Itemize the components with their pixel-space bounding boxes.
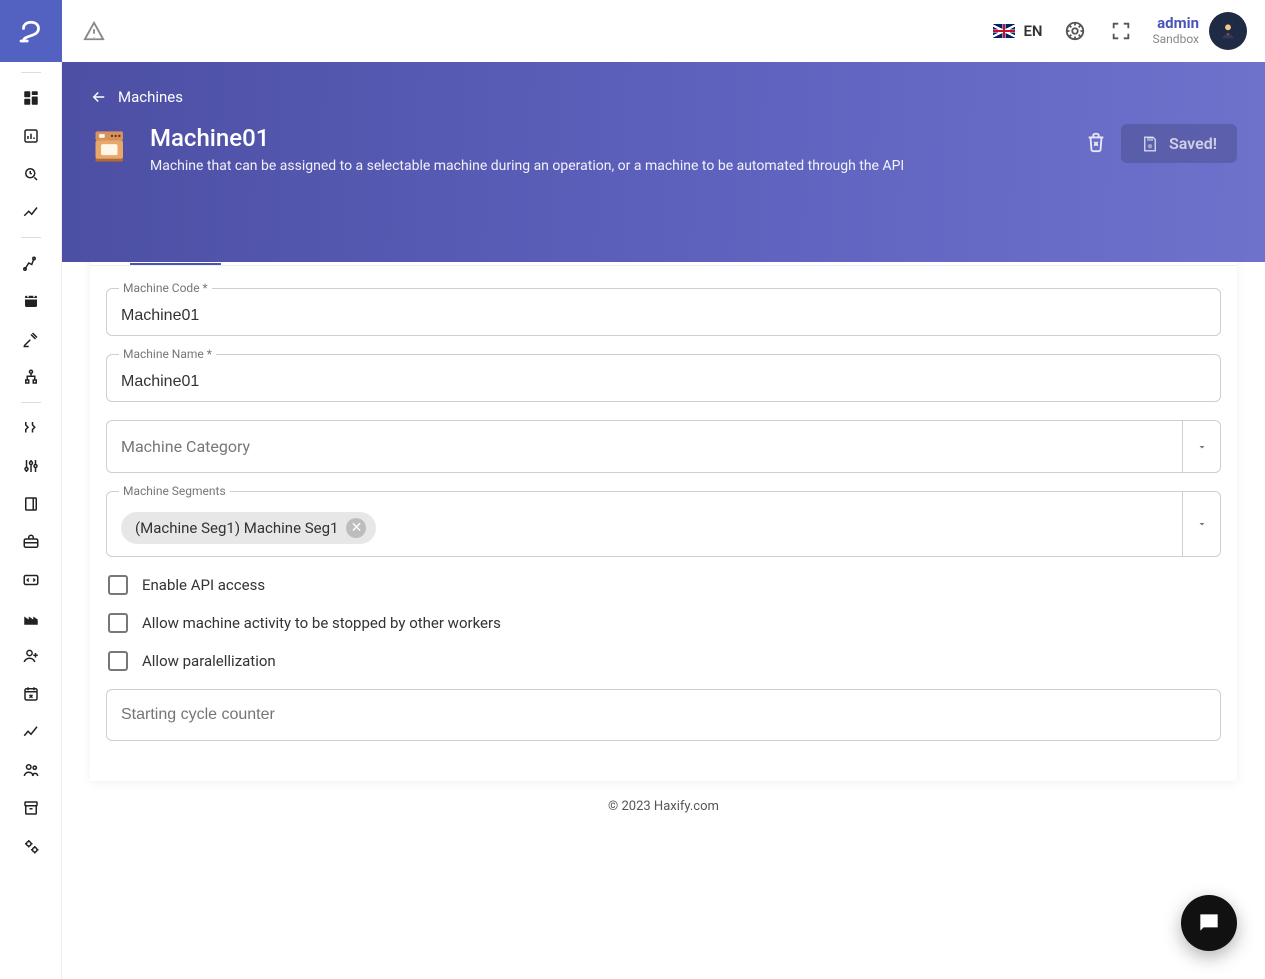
user-name: admin	[1153, 15, 1199, 32]
chip-segment-label: (Machine Seg1) Machine Seg1	[135, 519, 338, 537]
breadcrumb-back[interactable]: Machines	[90, 88, 1237, 106]
nav-team[interactable]	[0, 751, 61, 789]
nav-gavel[interactable]	[0, 320, 61, 358]
user-menu[interactable]: admin Sandbox	[1153, 12, 1247, 50]
machine-icon	[90, 124, 134, 168]
chip-remove-icon[interactable]: ✕	[346, 518, 366, 538]
label-machine-category: Machine Category	[107, 421, 1182, 472]
sidebar	[0, 0, 62, 979]
delete-button[interactable]	[1085, 131, 1107, 157]
page-title: Machine01	[150, 124, 904, 152]
field-machine-name[interactable]: Machine Name *	[106, 354, 1221, 402]
avatar	[1209, 12, 1247, 50]
saved-label: Saved!	[1169, 134, 1217, 153]
nav-archive[interactable]	[0, 789, 61, 827]
nav-calendar-x[interactable]	[0, 675, 61, 713]
label-machine-name: Machine Name *	[119, 347, 216, 361]
form: Machine Code * Machine Name * Machine Ca…	[90, 266, 1237, 741]
input-cycle-counter[interactable]	[121, 706, 1206, 724]
nav-trend2[interactable]	[0, 713, 61, 751]
nav-tuning[interactable]	[0, 447, 61, 485]
label-parallelization: Allow paralellization	[142, 652, 276, 670]
help-icon[interactable]	[1061, 17, 1089, 45]
breadcrumb-label: Machines	[118, 88, 183, 106]
label-machine-segments: Machine Segments	[119, 484, 230, 498]
saved-indicator: Saved!	[1121, 124, 1237, 163]
field-cycle-counter[interactable]	[106, 689, 1221, 741]
language-switch[interactable]: EN	[993, 22, 1042, 40]
nav-book[interactable]	[0, 485, 61, 523]
nav-hierarchy[interactable]	[0, 358, 61, 396]
flag-uk-icon	[993, 24, 1015, 38]
field-machine-category[interactable]: Machine Category	[106, 420, 1221, 473]
warning-icon[interactable]	[80, 17, 108, 45]
label-stop-activity: Allow machine activity to be stopped by …	[142, 614, 501, 632]
field-machine-segments[interactable]: Machine Segments (Machine Seg1) Machine …	[106, 491, 1221, 557]
nav-dashboard[interactable]	[0, 79, 61, 117]
nav-trend[interactable]	[0, 193, 61, 231]
checkbox-stop-activity[interactable]	[108, 613, 128, 633]
page-subtitle: Machine that can be assigned to a select…	[150, 158, 904, 174]
nav-robot[interactable]	[0, 244, 61, 282]
nav-workflow[interactable]	[0, 409, 61, 447]
app-logo[interactable]	[0, 0, 62, 62]
page-hero: Machines Machine01 Machine that can be a…	[62, 62, 1265, 262]
label-api-access: Enable API access	[142, 576, 265, 594]
nav-user-add[interactable]	[0, 637, 61, 675]
input-machine-code[interactable]	[121, 307, 1206, 325]
checkbox-api-access[interactable]	[108, 575, 128, 595]
nav-calendar[interactable]	[0, 282, 61, 320]
input-machine-name[interactable]	[121, 373, 1206, 391]
nav-report[interactable]	[0, 117, 61, 155]
fullscreen-icon[interactable]	[1107, 17, 1135, 45]
nav-factory[interactable]	[0, 599, 61, 637]
field-machine-code[interactable]: Machine Code *	[106, 288, 1221, 336]
chip-segment: (Machine Seg1) Machine Seg1 ✕	[121, 512, 376, 544]
nav-inspect[interactable]	[0, 155, 61, 193]
chat-fab[interactable]	[1181, 895, 1237, 951]
footer-text: © 2023 Haxify.com	[90, 781, 1237, 838]
dropdown-machine-category[interactable]	[1182, 421, 1220, 472]
nav-toolbox[interactable]	[0, 523, 61, 561]
nav-settings[interactable]	[0, 827, 61, 865]
user-role: Sandbox	[1153, 33, 1199, 47]
content-card: Information Machine Shifts Machine Calen…	[90, 200, 1237, 781]
topbar: EN admin Sandbox	[62, 0, 1265, 62]
checkbox-parallelization[interactable]	[108, 651, 128, 671]
language-label: EN	[1023, 22, 1042, 40]
nav-code[interactable]	[0, 561, 61, 599]
dropdown-machine-segments[interactable]	[1182, 492, 1220, 556]
label-machine-code: Machine Code *	[119, 281, 212, 295]
